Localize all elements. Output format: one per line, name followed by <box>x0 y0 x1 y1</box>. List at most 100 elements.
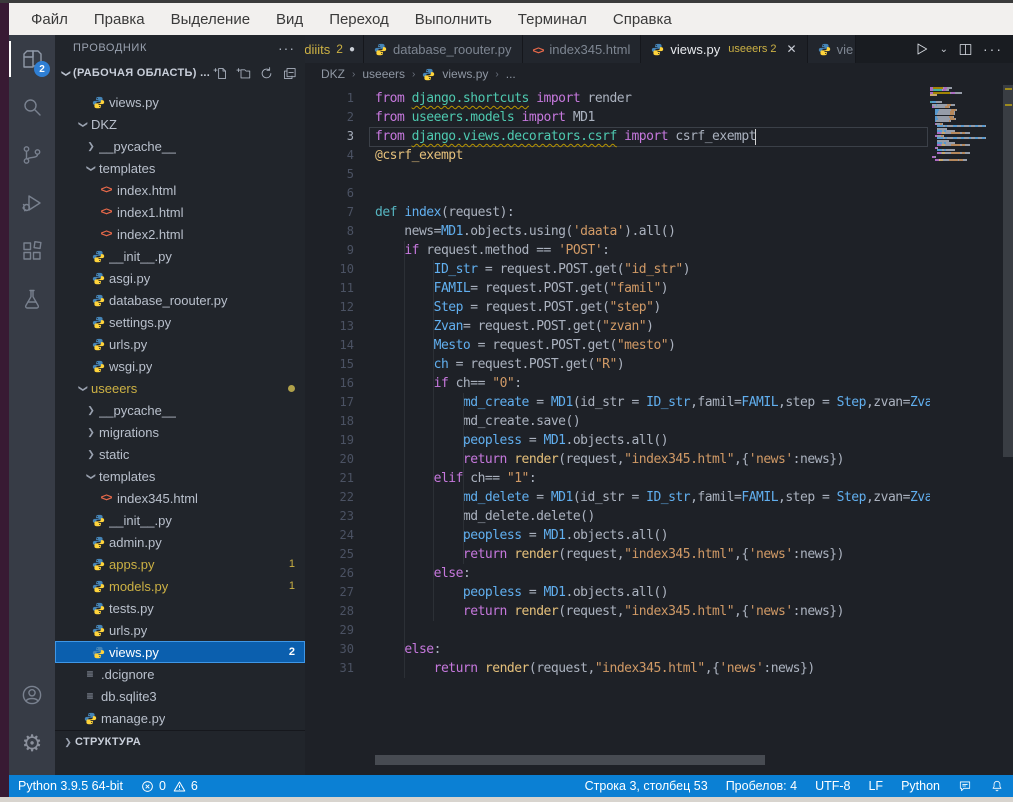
tree-file-apps.py[interactable]: apps.py1 <box>55 553 305 575</box>
breadcrumb-item[interactable]: views.py <box>442 67 488 81</box>
sidebar-title: ПРОВОДНИК <box>73 42 278 54</box>
menu-item-терминал[interactable]: Терминал <box>505 7 600 32</box>
tab-label: diiits <box>305 42 330 57</box>
code-line: from useeers.models import MD1 <box>375 108 930 127</box>
menu-item-справка[interactable]: Справка <box>600 7 685 32</box>
tree-file-admin.py[interactable]: admin.py <box>55 531 305 553</box>
eol-status[interactable]: LF <box>859 775 892 797</box>
tree-file-settings.py[interactable]: settings.py <box>55 311 305 333</box>
tree-file-asgi.py[interactable]: asgi.py <box>55 267 305 289</box>
menu-item-файл[interactable]: Файл <box>18 7 81 32</box>
menu-item-выполнить[interactable]: Выполнить <box>402 7 505 32</box>
encoding-status[interactable]: UTF-8 <box>806 775 859 797</box>
tree-file-index345.html[interactable]: <>index345.html <box>55 487 305 509</box>
menu-item-переход[interactable]: Переход <box>316 7 402 32</box>
tree-folder-static[interactable]: ❯static <box>55 443 305 465</box>
horizontal-scrollbar-thumb[interactable] <box>375 755 765 765</box>
breadcrumb-item[interactable]: ... <box>506 67 516 81</box>
python-icon <box>89 602 107 615</box>
activity-run-debug-button[interactable] <box>9 179 55 227</box>
activity-testing-button[interactable] <box>9 275 55 323</box>
tree-file-db.sqlite3[interactable]: ≡db.sqlite3 <box>55 685 305 707</box>
new-folder-button[interactable] <box>236 66 251 81</box>
tree-folder-__pycache__[interactable]: ❯__pycache__ <box>55 399 305 421</box>
code-line: else: <box>375 640 930 659</box>
python-icon <box>89 294 107 307</box>
tree-folder-templates[interactable]: ❯templates <box>55 157 305 179</box>
tree-file-index2.html[interactable]: <>index2.html <box>55 223 305 245</box>
horizontal-scrollbar[interactable] <box>305 755 1013 765</box>
python-icon <box>89 580 107 593</box>
tree-item-label: views.py <box>109 95 159 110</box>
indentation-status[interactable]: Пробелов: 4 <box>717 775 806 797</box>
cursor-position-status[interactable]: Строка 3, столбец 53 <box>576 775 717 797</box>
breadcrumb[interactable]: DKZ›useeers›views.py›... <box>305 63 1013 85</box>
minimap[interactable] <box>930 85 1000 161</box>
vertical-scrollbar[interactable] <box>1003 85 1013 765</box>
close-icon[interactable]: ✕ <box>787 42 797 56</box>
tree-folder-__pycache__[interactable]: ❯__pycache__ <box>55 135 305 157</box>
python-icon <box>89 646 107 659</box>
activity-account-button[interactable] <box>9 671 55 719</box>
tab-index345.html[interactable]: <>index345.html <box>523 35 642 63</box>
tab-database_roouter.py[interactable]: database_roouter.py <box>364 35 523 63</box>
line-number: 14 <box>305 336 354 355</box>
tree-file-urls.py[interactable]: urls.py <box>55 619 305 641</box>
run-dropdown-icon[interactable]: ⌄ <box>940 44 948 55</box>
code-editor[interactable]: 1234567891011121314151617181920212223242… <box>305 85 1013 765</box>
tree-file-__init__.py[interactable]: __init__.py <box>55 245 305 267</box>
more-actions-button[interactable]: ··· <box>983 41 1003 57</box>
menu-item-выделение[interactable]: Выделение <box>158 7 263 32</box>
collapse-all-button[interactable] <box>282 66 297 81</box>
tree-file-index1.html[interactable]: <>index1.html <box>55 201 305 223</box>
new-file-button[interactable] <box>213 66 228 81</box>
split-editor-button[interactable] <box>958 42 973 57</box>
menu-item-вид[interactable]: Вид <box>263 7 316 32</box>
tree-item-label: database_roouter.py <box>109 293 228 308</box>
tree-file-wsgi.py[interactable]: wsgi.py <box>55 355 305 377</box>
menu-item-правка[interactable]: Правка <box>81 7 158 32</box>
workspace-section-header[interactable]: ❯ (РАБОЧАЯ ОБЛАСТЬ) ... <box>55 61 305 85</box>
tree-folder-migrations[interactable]: ❯migrations <box>55 421 305 443</box>
tree-folder-DKZ[interactable]: ❯DKZ <box>55 113 305 135</box>
python-interpreter-status[interactable]: Python 3.9.5 64-bit <box>9 775 132 797</box>
line-number: 16 <box>305 374 354 393</box>
explorer-more-actions-button[interactable]: ··· <box>278 40 295 56</box>
tree-file-manage.py[interactable]: manage.py <box>55 707 305 729</box>
python-icon <box>81 712 99 725</box>
tab-diiits[interactable]: diiits2● <box>305 35 364 63</box>
tree-item-label: db.sqlite3 <box>101 689 157 704</box>
chevron-right-icon: ❯ <box>61 737 75 748</box>
tab-vie[interactable]: vie <box>808 35 856 63</box>
code-line: return render(request,"index345.html",{'… <box>375 659 930 678</box>
activity-source-control-button[interactable] <box>9 131 55 179</box>
code-line: Step = request.POST.get("step") <box>375 298 930 317</box>
tree-file-database_roouter.py[interactable]: database_roouter.py <box>55 289 305 311</box>
problems-status[interactable]: 0 6 <box>132 775 209 797</box>
activity-extensions-button[interactable] <box>9 227 55 275</box>
activity-explorer-button[interactable]: 2 <box>9 35 55 83</box>
tree-file-urls.py[interactable]: urls.py <box>55 333 305 355</box>
tree-file-views.py[interactable]: views.py <box>55 91 305 113</box>
tree-file-index.html[interactable]: <>index.html <box>55 179 305 201</box>
outline-section-header[interactable]: ❯ СТРУКТУРА <box>55 730 305 753</box>
run-button[interactable] <box>914 41 930 57</box>
feedback-button[interactable] <box>949 775 981 797</box>
tree-file-tests.py[interactable]: tests.py <box>55 597 305 619</box>
breadcrumb-item[interactable]: DKZ <box>321 67 345 81</box>
html-icon: <> <box>533 42 544 57</box>
breadcrumb-item[interactable]: useeers <box>362 67 405 81</box>
tree-folder-useeers[interactable]: ❯useeers <box>55 377 305 399</box>
refresh-button[interactable] <box>259 66 274 81</box>
tree-file-views.py[interactable]: views.py2 <box>55 641 305 663</box>
tree-file-.dcignore[interactable]: ≡.dcignore <box>55 663 305 685</box>
activity-search-button[interactable] <box>9 83 55 131</box>
notifications-bell-button[interactable] <box>981 775 1013 797</box>
language-mode-status[interactable]: Python <box>892 775 949 797</box>
tree-file-__init__.py[interactable]: __init__.py <box>55 509 305 531</box>
activity-settings-button[interactable]: ⚙ <box>9 719 55 767</box>
vertical-scrollbar-thumb[interactable] <box>1003 85 1013 457</box>
tree-file-models.py[interactable]: models.py1 <box>55 575 305 597</box>
tab-views.py[interactable]: views.pyuseeers 2✕ <box>641 35 807 63</box>
tree-folder-templates[interactable]: ❯templates <box>55 465 305 487</box>
